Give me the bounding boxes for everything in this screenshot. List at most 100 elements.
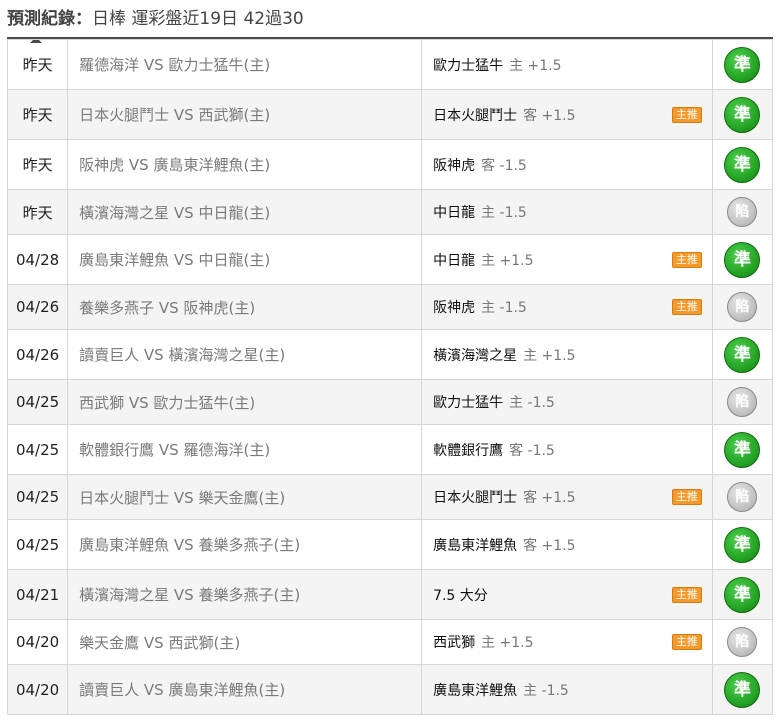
row-match: 日本火腿鬥士 VS 西武獅(主) (67, 89, 423, 140)
row-date: 昨天 (6, 189, 69, 235)
row-match: 橫濱海灣之星 VS 中日龍(主) (67, 189, 423, 235)
result-win-badge: 準 (724, 671, 761, 708)
row-result: 陷 (711, 189, 774, 235)
pick-odds: 客 -1.5 (481, 157, 527, 174)
row-result: 準 (711, 519, 774, 570)
result-miss-badge: 陷 (727, 292, 758, 322)
row-date: 昨天 (6, 139, 69, 190)
row-result: 準 (711, 569, 774, 620)
row-match: 橫濱海灣之星 VS 養樂多燕子(主) (67, 569, 423, 620)
page-title: 預測紀錄：日棒 運彩盤近19日 42過30 (7, 4, 304, 29)
result-win-badge: 準 (724, 576, 761, 613)
row-match: 羅德海洋 VS 歐力士猛牛(主) (67, 39, 423, 90)
result-win-badge: 準 (724, 336, 761, 373)
row-result: 準 (711, 39, 774, 90)
title-summary: 日棒 運彩盤近19日 42過30 (92, 9, 304, 29)
featured-badge: 主推 (671, 634, 702, 650)
row-pick: 中日龍主 +1.5 主推 (421, 234, 713, 285)
pick-team: 橫濱海灣之星 (433, 347, 518, 364)
row-pick: 中日龍主 -1.5 (421, 189, 713, 235)
pick-odds: 客 +1.5 (523, 107, 576, 124)
featured-badge: 主推 (671, 489, 702, 505)
row-match: 日本火腿鬥士 VS 樂天金鷹(主) (67, 474, 423, 520)
pick-odds: 客 +1.5 (523, 537, 576, 554)
pick-team: 西武獅 (433, 635, 476, 651)
result-miss-badge: 陷 (727, 197, 758, 227)
row-result: 準 (711, 664, 774, 715)
row-date: 04/25 (6, 424, 69, 475)
row-match: 養樂多燕子 VS 阪神虎(主) (67, 284, 423, 330)
row-pick: 阪神虎主 -1.5 主推 (421, 284, 713, 330)
row-match: 廣島東洋鯉魚 VS 養樂多燕子(主) (67, 519, 423, 570)
pick-odds: 客 -1.5 (509, 442, 555, 459)
row-date: 04/21 (6, 569, 69, 620)
table-row[interactable]: 04/26 讀賣巨人 VS 橫濱海灣之星(主) 橫濱海灣之星主 +1.5 準 (6, 329, 774, 380)
table-row[interactable]: 昨天 橫濱海灣之星 VS 中日龍(主) 中日龍主 -1.5 陷 (6, 189, 774, 235)
row-date: 04/26 (6, 329, 69, 380)
pick-team: 中日龍 (433, 205, 476, 221)
row-pick: 廣島東洋鯉魚客 +1.5 (421, 519, 713, 570)
pick-team: 中日龍 (433, 252, 476, 269)
row-date: 04/25 (6, 379, 69, 425)
table-row[interactable]: 04/25 西武獅 VS 歐力士猛牛(主) 歐力士猛牛主 -1.5 陷 (6, 379, 774, 425)
result-win-badge: 準 (724, 241, 761, 278)
row-match: 樂天金鷹 VS 西武獅(主) (67, 619, 423, 665)
row-result: 準 (711, 424, 774, 475)
row-pick: 7.5 大分 主推 (421, 569, 713, 620)
pick-team: 阪神虎 (433, 157, 476, 174)
featured-badge: 主推 (671, 299, 702, 315)
row-date: 04/25 (6, 474, 69, 520)
featured-badge: 主推 (671, 106, 702, 123)
row-date: 昨天 (6, 39, 69, 90)
table-row[interactable]: 04/25 日本火腿鬥士 VS 樂天金鷹(主) 日本火腿鬥士客 +1.5 主推 陷 (6, 474, 774, 520)
row-match: 廣島東洋鯉魚 VS 中日龍(主) (67, 234, 423, 285)
row-pick: 歐力士猛牛主 +1.5 (421, 39, 713, 90)
row-pick: 日本火腿鬥士客 +1.5 主推 (421, 89, 713, 140)
table-row[interactable]: 04/28 廣島東洋鯉魚 VS 中日龍(主) 中日龍主 +1.5 主推 準 (6, 234, 774, 285)
result-miss-badge: 陷 (727, 627, 758, 657)
row-result: 陷 (711, 379, 774, 425)
pick-odds: 主 -1.5 (509, 395, 555, 411)
row-match: 阪神虎 VS 廣島東洋鯉魚(主) (67, 139, 423, 190)
featured-badge: 主推 (671, 586, 702, 603)
row-match: 讀賣巨人 VS 橫濱海灣之星(主) (67, 329, 423, 380)
table-row[interactable]: 04/26 養樂多燕子 VS 阪神虎(主) 阪神虎主 -1.5 主推 陷 (6, 284, 774, 330)
result-miss-badge: 陷 (727, 387, 758, 417)
table-row[interactable]: 04/25 軟體銀行鷹 VS 羅德海洋(主) 軟體銀行鷹客 -1.5 準 (6, 424, 774, 475)
row-pick: 歐力士猛牛主 -1.5 (421, 379, 713, 425)
page-header: 預測紀錄：日棒 運彩盤近19日 42過30 (0, 0, 777, 43)
row-result: 陷 (711, 474, 774, 520)
row-pick: 廣島東洋鯉魚主 -1.5 (421, 664, 713, 715)
row-pick: 軟體銀行鷹客 -1.5 (421, 424, 713, 475)
table-row[interactable]: 04/20 樂天金鷹 VS 西武獅(主) 西武獅主 +1.5 主推 陷 (6, 619, 774, 665)
pick-odds: 主 +1.5 (509, 57, 562, 74)
table-row[interactable]: 04/21 橫濱海灣之星 VS 養樂多燕子(主) 7.5 大分 主推 準 (6, 569, 774, 620)
table-row[interactable]: 昨天 羅德海洋 VS 歐力士猛牛(主) 歐力士猛牛主 +1.5 準 (6, 39, 774, 90)
table-row[interactable]: 04/20 讀賣巨人 VS 廣島東洋鯉魚(主) 廣島東洋鯉魚主 -1.5 準 (6, 664, 774, 715)
row-date: 04/26 (6, 284, 69, 330)
row-result: 陷 (711, 284, 774, 330)
pick-team: 日本火腿鬥士 (433, 490, 518, 506)
result-miss-badge: 陷 (727, 482, 758, 512)
row-match: 西武獅 VS 歐力士猛牛(主) (67, 379, 423, 425)
prediction-table: 昨天 羅德海洋 VS 歐力士猛牛(主) 歐力士猛牛主 +1.5 準昨天 日本火腿鬥士 V… (6, 39, 774, 715)
result-win-badge: 準 (724, 46, 761, 83)
table-row[interactable]: 04/25 廣島東洋鯉魚 VS 養樂多燕子(主) 廣島東洋鯉魚客 +1.5 準 (6, 519, 774, 570)
pick-odds: 客 +1.5 (523, 490, 576, 506)
row-date: 04/20 (6, 664, 69, 715)
row-pick: 阪神虎客 -1.5 (421, 139, 713, 190)
result-win-badge: 準 (724, 96, 761, 133)
table-row[interactable]: 昨天 日本火腿鬥士 VS 西武獅(主) 日本火腿鬥士客 +1.5 主推 準 (6, 89, 774, 140)
row-result: 準 (711, 139, 774, 190)
pick-team: 軟體銀行鷹 (433, 442, 504, 459)
row-pick: 橫濱海灣之星主 +1.5 (421, 329, 713, 380)
row-result: 陷 (711, 619, 774, 665)
pick-team: 阪神虎 (433, 300, 476, 316)
table-row[interactable]: 昨天 阪神虎 VS 廣島東洋鯉魚(主) 阪神虎客 -1.5 準 (6, 139, 774, 190)
pick-odds: 主 +1.5 (523, 347, 576, 364)
featured-badge: 主推 (671, 251, 702, 268)
row-date: 04/25 (6, 519, 69, 570)
pick-odds: 主 -1.5 (523, 682, 569, 699)
result-win-badge: 準 (724, 526, 761, 563)
row-date: 04/20 (6, 619, 69, 665)
